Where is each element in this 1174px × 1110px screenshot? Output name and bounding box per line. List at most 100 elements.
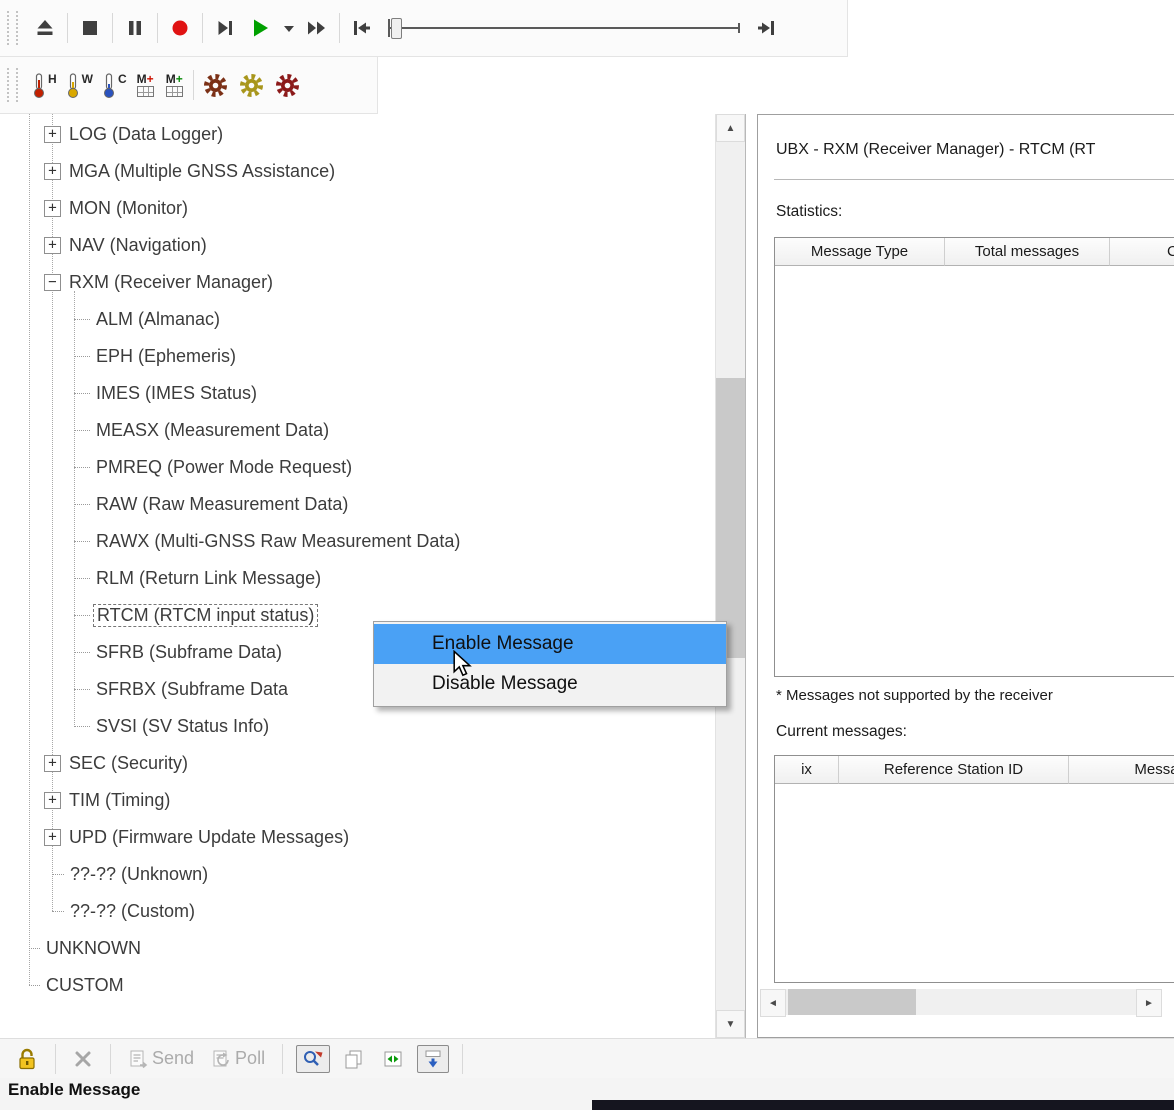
coldstart-button[interactable]: C [101,72,127,99]
play-options-dropdown[interactable] [279,7,299,49]
slider-thumb[interactable] [391,18,402,39]
tree-item-label[interactable]: UPD (Firmware Update Messages) [69,827,349,848]
play-button[interactable] [243,7,279,49]
step-forward-button[interactable] [207,7,243,49]
tree-item-label[interactable]: RTCM (RTCM input status) [93,604,318,627]
tree-item[interactable]: + NAV (Navigation) [0,227,715,264]
tree-item[interactable]: EPH (Ephemeris) [0,338,715,375]
slider-track[interactable] [388,27,740,29]
config-gear-button-3[interactable] [270,64,306,106]
column-header[interactable]: Total messages [945,238,1110,266]
tree-item-label[interactable]: IMES (IMES Status) [96,383,257,404]
tree-item-label[interactable]: RXM (Receiver Manager) [69,272,273,293]
tree-item-label[interactable]: RAWX (Multi-GNSS Raw Measurement Data) [96,531,460,552]
column-header[interactable]: Reference Station ID [839,756,1069,784]
playback-position-slider[interactable] [388,15,740,41]
tree-item-label[interactable]: UNKNOWN [46,938,141,959]
scroll-lock-view-button[interactable] [417,1045,449,1073]
expand-icon[interactable]: + [44,237,61,254]
tree-item[interactable]: IMES (IMES Status) [0,375,715,412]
tree-item-label[interactable]: SVSI (SV Status Info) [96,716,269,737]
scroll-right-button[interactable]: ► [1136,989,1162,1017]
record-button[interactable] [162,7,198,49]
auto-resize-button[interactable] [378,1046,408,1072]
scroll-up-button[interactable]: ▲ [716,114,745,142]
tree-item-label[interactable]: MGA (Multiple GNSS Assistance) [69,161,335,182]
tree-item[interactable]: + MGA (Multiple GNSS Assistance) [0,153,715,190]
skip-to-start-button[interactable] [344,7,380,49]
config-gear-button-1[interactable] [198,64,234,106]
copy-view-button[interactable] [339,1046,369,1072]
tree-item[interactable]: + SEC (Security) [0,745,715,782]
config-gear-button-2[interactable] [234,64,270,106]
toolbar-grip[interactable] [7,11,18,45]
column-header[interactable]: ix [775,756,839,784]
tree-item-label[interactable]: PMREQ (Power Mode Request) [96,457,352,478]
tree-item[interactable]: RLM (Return Link Message) [0,560,715,597]
tree-item[interactable]: + MON (Monitor) [0,190,715,227]
message-grid-red-button[interactable]: M+ [137,74,154,97]
stop-button[interactable] [72,7,108,49]
column-header[interactable]: CF [1110,238,1174,266]
tree-item-label[interactable]: SEC (Security) [69,753,188,774]
tree-item[interactable]: + UPD (Firmware Update Messages) [0,819,715,856]
message-grid-green-button[interactable]: M+ [166,74,183,97]
scroll-down-button[interactable]: ▼ [716,1010,745,1038]
tree-item[interactable]: −RXM (Receiver Manager) [0,264,715,301]
expand-icon[interactable]: + [44,792,61,809]
tree-item-label[interactable]: MON (Monitor) [69,198,188,219]
tree-item[interactable]: SVSI (SV Status Info) [0,708,715,745]
tree-item[interactable]: + LOG (Data Logger) [0,116,715,153]
vertical-scrollbar[interactable]: ▲ ▼ [715,114,745,1038]
expand-icon[interactable]: + [44,829,61,846]
horizontal-scrollbar[interactable]: ◄ ► [760,989,1162,1015]
tree-item[interactable]: ??-?? (Custom) [0,893,715,930]
tree-item-label[interactable]: MEASX (Measurement Data) [96,420,329,441]
context-menu-item[interactable]: Disable Message [374,664,726,704]
tree-item-label[interactable]: LOG (Data Logger) [69,124,223,145]
tree-item[interactable]: UNKNOWN [0,930,715,967]
tree-item-label[interactable]: SFRB (Subframe Data) [96,642,282,663]
column-header[interactable]: Message Type [775,238,945,266]
expand-icon[interactable]: + [44,200,61,217]
send-button[interactable]: Send [124,1046,198,1072]
context-menu-item[interactable]: Enable Message [374,624,726,664]
find-message-button[interactable] [296,1045,330,1073]
fast-forward-button[interactable] [299,7,335,49]
scrollbar-thumb[interactable] [788,989,916,1015]
collapse-icon[interactable]: − [44,274,61,291]
poll-button[interactable]: Poll [207,1046,269,1072]
hotstart-button[interactable]: H [31,72,57,99]
tree-item-label[interactable]: ??-?? (Unknown) [70,864,208,885]
tree-item-label[interactable]: RLM (Return Link Message) [96,568,321,589]
lock-button[interactable] [12,1045,42,1073]
eject-button[interactable] [27,7,63,49]
tree-item[interactable]: RAW (Raw Measurement Data) [0,486,715,523]
delete-button[interactable] [69,1047,97,1071]
tree-item-label[interactable]: NAV (Navigation) [69,235,207,256]
tree-item[interactable]: MEASX (Measurement Data) [0,412,715,449]
expand-icon[interactable]: + [44,755,61,772]
skip-to-end-button[interactable] [748,7,784,49]
tree-item-label[interactable]: EPH (Ephemeris) [96,346,236,367]
column-header[interactable]: Messa [1069,756,1174,784]
toolbar-grip[interactable] [7,68,18,102]
tree-item[interactable]: CUSTOM [0,967,715,1004]
tree-item-label[interactable]: ??-?? (Custom) [70,901,195,922]
tree-item-label[interactable]: CUSTOM [46,975,124,996]
tree-item-label[interactable]: SFRBX (Subframe Data [96,679,288,700]
tree-item-label[interactable]: ALM (Almanac) [96,309,220,330]
tree-item[interactable]: RAWX (Multi-GNSS Raw Measurement Data) [0,523,715,560]
scrollbar-thumb[interactable] [716,378,745,658]
scroll-left-button[interactable]: ◄ [760,989,786,1017]
tree-item[interactable]: PMREQ (Power Mode Request) [0,449,715,486]
tree-item-label[interactable]: RAW (Raw Measurement Data) [96,494,348,515]
pause-button[interactable] [117,7,153,49]
expand-icon[interactable]: + [44,163,61,180]
tree-item[interactable]: ??-?? (Unknown) [0,856,715,893]
expand-icon[interactable]: + [44,126,61,143]
tree-item-label[interactable]: TIM (Timing) [69,790,170,811]
tree-item[interactable]: + TIM (Timing) [0,782,715,819]
tree-item[interactable]: ALM (Almanac) [0,301,715,338]
warmstart-button[interactable]: W [65,72,93,99]
